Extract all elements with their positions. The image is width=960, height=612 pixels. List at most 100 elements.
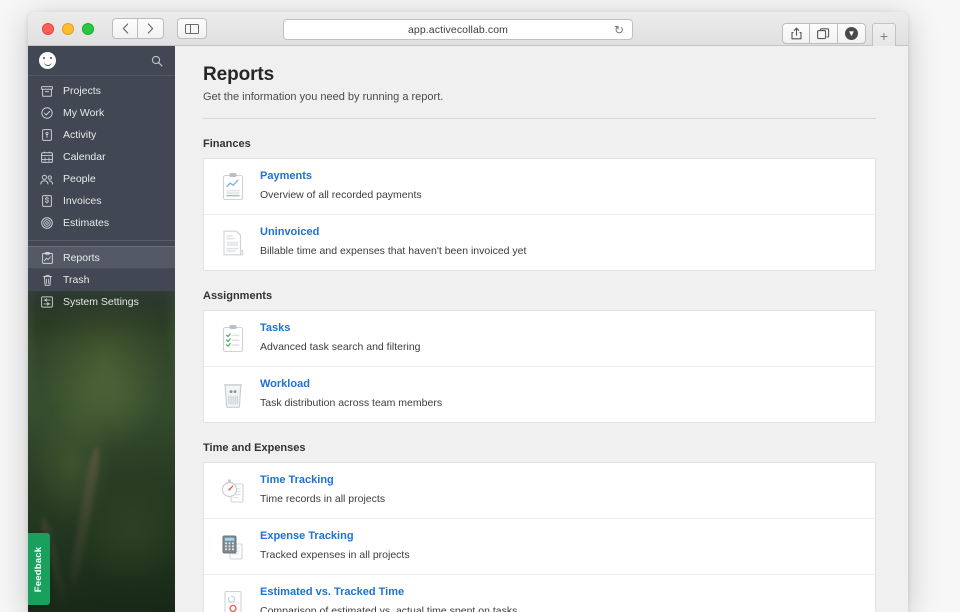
sidebar-item-label: People — [63, 173, 96, 185]
new-tab-button[interactable]: + — [872, 23, 896, 48]
calculator-icon — [218, 532, 248, 562]
page-title: Reports — [203, 64, 876, 86]
report-item-desc: Tracked expenses in all projects — [260, 549, 410, 561]
back-button[interactable] — [112, 18, 138, 39]
minimize-window-button[interactable] — [62, 23, 74, 35]
show-tabs-button[interactable] — [810, 23, 838, 44]
report-item-time-tracking[interactable]: Time Tracking Time records in all projec… — [204, 463, 875, 519]
sidebar-item-label: Calendar — [63, 151, 106, 163]
report-item-text: Tasks Advanced task search and filtering — [260, 322, 421, 355]
page-subtitle: Get the information you need by running … — [203, 91, 876, 103]
window-controls — [42, 23, 94, 35]
report-item-desc: Overview of all recorded payments — [260, 189, 422, 201]
app-viewport: Projects My Work — [28, 46, 908, 612]
report-item-estimated-vs-tracked-time[interactable]: Estimated vs. Tracked Time Comparison of… — [204, 575, 875, 612]
report-item-desc: Time records in all projects — [260, 493, 385, 505]
report-item-name: Estimated vs. Tracked Time — [260, 586, 517, 598]
report-item-payments[interactable]: Payments Overview of all recorded paymen… — [204, 159, 875, 215]
report-item-desc: Advanced task search and filtering — [260, 341, 421, 353]
sidebar-item-estimates[interactable]: Estimates — [28, 212, 175, 234]
downloads-button[interactable]: ▼ — [838, 23, 866, 44]
invoices-icon — [40, 195, 54, 207]
sidebar-toggle-button[interactable] — [177, 18, 207, 39]
sidebar-item-invoices[interactable]: Invoices — [28, 190, 175, 212]
report-item-desc: Billable time and expenses that haven't … — [260, 245, 526, 257]
browser-window: app.activecollab.com ↻ ▼ + — [28, 12, 908, 612]
download-arrow-icon: ▼ — [845, 27, 858, 40]
workload-icon — [218, 380, 248, 410]
sidebar-panel-icon — [185, 24, 199, 34]
sidebar-item-reports[interactable]: Reports — [28, 246, 175, 269]
report-item-text: Time Tracking Time records in all projec… — [260, 474, 385, 507]
sidebar-item-label: Projects — [63, 85, 101, 97]
navigation-buttons — [112, 18, 164, 39]
sidebar-item-my-work[interactable]: My Work — [28, 102, 175, 124]
section-title-finances: Finances — [203, 138, 876, 150]
report-item-expense-tracking[interactable]: Expense Tracking Tracked expenses in all… — [204, 519, 875, 575]
calendar-icon — [40, 151, 54, 163]
toolbar-right-buttons: ▼ + — [782, 19, 896, 48]
report-item-tasks[interactable]: Tasks Advanced task search and filtering — [204, 311, 875, 367]
sidebar-item-activity[interactable]: Activity — [28, 124, 175, 146]
forward-button[interactable] — [138, 18, 164, 39]
report-list-assignments: Tasks Advanced task search and filtering — [203, 310, 876, 423]
feedback-tab[interactable]: Feedback — [28, 533, 50, 605]
report-item-text: Expense Tracking Tracked expenses in all… — [260, 530, 410, 563]
system-settings-icon — [40, 296, 54, 308]
estimates-icon — [40, 217, 54, 229]
tasks-checklist-icon — [218, 324, 248, 354]
report-item-name: Payments — [260, 170, 422, 182]
sidebar-item-label: My Work — [63, 107, 104, 119]
projects-icon — [40, 86, 54, 97]
sidebar-item-trash[interactable]: Trash — [28, 269, 175, 291]
report-item-name: Tasks — [260, 322, 421, 334]
section-title-time-and-expenses: Time and Expenses — [203, 442, 876, 454]
report-item-workload[interactable]: Workload Task distribution across team m… — [204, 367, 875, 422]
report-item-desc: Task distribution across team members — [260, 397, 442, 409]
estimated-vs-tracked-icon — [218, 588, 248, 612]
sidebar-nav: Projects My Work — [28, 76, 175, 313]
search-icon[interactable] — [151, 55, 163, 67]
report-item-name: Workload — [260, 378, 442, 390]
sidebar-item-system-settings[interactable]: System Settings — [28, 291, 175, 313]
sidebar-divider — [28, 240, 175, 241]
sidebar-item-calendar[interactable]: Calendar — [28, 146, 175, 168]
sidebar-item-label: Activity — [63, 129, 96, 141]
report-item-uninvoiced[interactable]: Uninvoiced Billable time and expenses th… — [204, 215, 875, 270]
activecollab-logo-icon[interactable] — [39, 52, 56, 69]
sidebar-item-projects[interactable]: Projects — [28, 80, 175, 102]
reload-icon[interactable]: ↻ — [614, 23, 624, 37]
sidebar-item-label: Trash — [63, 274, 89, 286]
stopwatch-icon — [218, 476, 248, 506]
report-list-finances: Payments Overview of all recorded paymen… — [203, 158, 876, 271]
report-item-desc: Comparison of estimated vs. actual time … — [260, 605, 517, 612]
reports-icon — [40, 252, 54, 264]
report-item-name: Expense Tracking — [260, 530, 410, 542]
section-title-assignments: Assignments — [203, 290, 876, 302]
share-button[interactable] — [782, 23, 810, 44]
report-item-text: Uninvoiced Billable time and expenses th… — [260, 226, 526, 259]
address-bar[interactable]: app.activecollab.com ↻ — [283, 19, 633, 40]
my-work-icon — [40, 107, 54, 119]
maximize-window-button[interactable] — [82, 23, 94, 35]
report-list-time-and-expenses: Time Tracking Time records in all projec… — [203, 462, 876, 612]
header-divider — [203, 118, 876, 119]
sidebar-item-people[interactable]: People — [28, 168, 175, 190]
url-text: app.activecollab.com — [408, 24, 508, 36]
report-item-name: Time Tracking — [260, 474, 385, 486]
sidebar-item-label: Invoices — [63, 195, 102, 207]
trash-icon — [40, 274, 54, 286]
sidebar-item-label: Estimates — [63, 217, 109, 229]
report-item-text: Workload Task distribution across team m… — [260, 378, 442, 411]
sidebar-item-label: Reports — [63, 252, 100, 264]
feedback-label: Feedback — [34, 546, 45, 591]
close-window-button[interactable] — [42, 23, 54, 35]
app-sidebar: Projects My Work — [28, 46, 175, 612]
report-item-name: Uninvoiced — [260, 226, 526, 238]
browser-titlebar: app.activecollab.com ↻ ▼ + — [28, 12, 908, 46]
payments-chart-clipboard-icon — [218, 172, 248, 202]
sidebar-content: Projects My Work — [28, 46, 175, 313]
uninvoiced-document-icon — [218, 228, 248, 258]
sidebar-item-label: System Settings — [63, 296, 139, 308]
main-content: Reports Get the information you need by … — [175, 46, 908, 612]
